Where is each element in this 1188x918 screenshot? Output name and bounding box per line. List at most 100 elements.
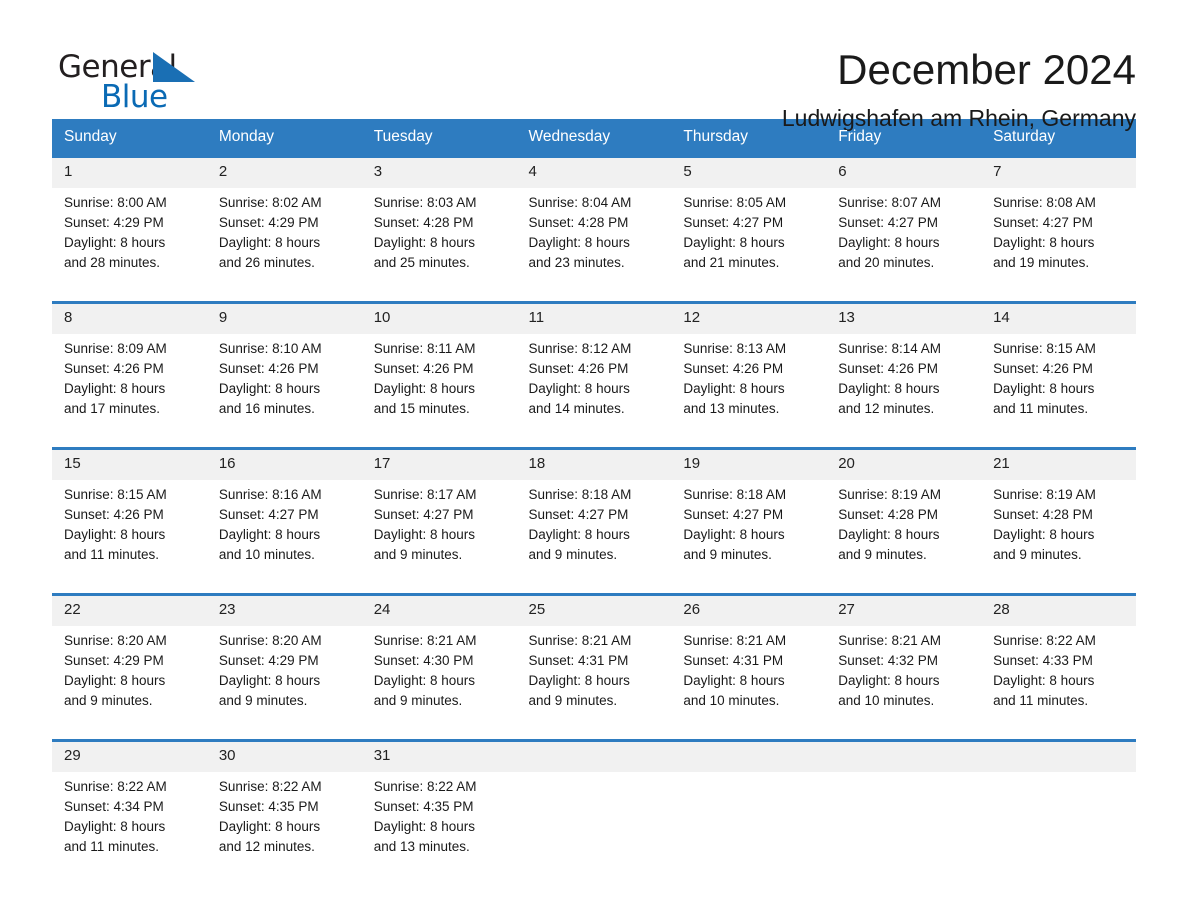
day-detail-cell: Sunrise: 8:12 AM Sunset: 4:26 PM Daylight:… (516, 334, 672, 433)
day-number-cell[interactable]: 24 (361, 593, 517, 626)
day-sunset-text: Sunset: 4:32 PM (838, 653, 939, 668)
day-daylight-line2-text: and 9 minutes. (528, 547, 618, 562)
day-daylight-line2-text: and 19 minutes. (993, 255, 1090, 270)
sunrise-sunset-calendar: Sunday Monday Tuesday Wednesday Thursday… (52, 119, 1136, 871)
day-detail-cell: Sunrise: 8:18 AM Sunset: 4:27 PM Daylight:… (516, 480, 672, 579)
day-daylight-line2-text: and 11 minutes. (993, 693, 1089, 708)
day-daylight-line1-text: Daylight: 8 hours (64, 819, 166, 834)
day-daylight-line2-text: and 20 minutes. (838, 255, 935, 270)
day-number-cell[interactable]: 23 (206, 593, 362, 626)
day-number-cell[interactable]: 17 (361, 447, 517, 480)
day-number-cell[interactable]: 4 (516, 155, 672, 188)
day-sunrise-text: Sunrise: 8:14 AM (838, 341, 942, 356)
day-detail-cell: Sunrise: 8:21 AM Sunset: 4:31 PM Daylight:… (516, 626, 672, 725)
day-number-cell[interactable]: 28 (981, 593, 1136, 626)
day-number-cell[interactable]: 18 (516, 447, 672, 480)
day-sunset-text: Sunset: 4:30 PM (373, 653, 474, 668)
day-number-cell[interactable]: 3 (361, 155, 517, 188)
day-number-cell[interactable]: 2 (206, 155, 362, 188)
day-sunrise-text: Sunrise: 8:21 AM (528, 633, 632, 648)
day-number-cell[interactable]: 9 (206, 301, 362, 334)
day-number-cell[interactable]: 7 (981, 155, 1136, 188)
empty-day-detail-cell (981, 772, 1136, 871)
generalblue-logo[interactable]: General Blue (52, 44, 212, 116)
day-detail-cell: Sunrise: 8:13 AM Sunset: 4:26 PM Daylight:… (671, 334, 827, 433)
day-number-cell[interactable]: 21 (981, 447, 1136, 480)
day-number-cell[interactable]: 15 (52, 447, 207, 480)
weekday-header-sunday: Sunday (52, 119, 207, 157)
day-sunrise-text: Sunrise: 8:02 AM (218, 195, 322, 210)
day-sunrise-text: Sunrise: 8:19 AM (993, 487, 1096, 502)
week-spacer (52, 725, 1136, 741)
day-sunrise-text: Sunrise: 8:21 AM (373, 633, 477, 648)
day-daylight-line2-text: and 10 minutes. (218, 547, 315, 562)
day-sunrise-text: Sunrise: 8:05 AM (683, 195, 787, 210)
day-daylight-line2-text: and 14 minutes. (528, 401, 625, 416)
day-daylight-line1-text: Daylight: 8 hours (993, 235, 1095, 250)
day-sunrise-text: Sunrise: 8:09 AM (64, 341, 167, 356)
day-detail-cell: Sunrise: 8:15 AM Sunset: 4:26 PM Daylight:… (981, 334, 1136, 433)
day-daylight-line1-text: Daylight: 8 hours (373, 527, 475, 542)
day-sunrise-text: Sunrise: 8:10 AM (218, 341, 322, 356)
day-number-cell[interactable]: 6 (826, 155, 982, 188)
day-daylight-line2-text: and 9 minutes. (218, 693, 308, 708)
day-daylight-line1-text: Daylight: 8 hours (218, 819, 321, 834)
day-detail-cell: Sunrise: 8:11 AM Sunset: 4:26 PM Daylight:… (361, 334, 517, 433)
day-number-cell[interactable]: 20 (826, 447, 982, 480)
day-number-cell[interactable]: 22 (52, 593, 207, 626)
day-daylight-line1-text: Daylight: 8 hours (528, 235, 630, 250)
day-number-cell[interactable]: 30 (206, 739, 362, 772)
day-number-cell[interactable]: 12 (671, 301, 827, 334)
day-daylight-line2-text: and 25 minutes. (373, 255, 470, 270)
day-daylight-line2-text: and 12 minutes. (218, 839, 315, 854)
day-number-cell[interactable]: 11 (516, 301, 672, 334)
day-number-cell[interactable]: 10 (361, 301, 517, 334)
day-number-cell[interactable]: 5 (671, 155, 827, 188)
day-number-cell[interactable]: 13 (826, 301, 982, 334)
empty-day-number-cell (826, 739, 982, 772)
day-daylight-line1-text: Daylight: 8 hours (838, 673, 940, 688)
day-daylight-line1-text: Daylight: 8 hours (218, 235, 321, 250)
day-sunset-text: Sunset: 4:31 PM (683, 653, 784, 668)
day-detail-cell: Sunrise: 8:17 AM Sunset: 4:27 PM Daylight:… (361, 480, 517, 579)
day-daylight-line1-text: Daylight: 8 hours (373, 819, 475, 834)
day-sunset-text: Sunset: 4:27 PM (528, 507, 629, 522)
day-sunrise-text: Sunrise: 8:21 AM (838, 633, 942, 648)
day-daylight-line2-text: and 11 minutes. (64, 839, 160, 854)
week-spacer-cell (52, 579, 1136, 595)
day-sunrise-text: Sunrise: 8:22 AM (64, 779, 167, 794)
day-number-cell[interactable]: 26 (671, 593, 827, 626)
day-number-cell[interactable]: 8 (52, 301, 207, 334)
day-daylight-line1-text: Daylight: 8 hours (838, 527, 940, 542)
day-detail-cell: Sunrise: 8:00 AM Sunset: 4:29 PM Daylight:… (52, 188, 207, 287)
day-sunset-text: Sunset: 4:34 PM (64, 799, 164, 814)
day-number-cell[interactable]: 19 (671, 447, 827, 480)
day-number-cell[interactable]: 31 (361, 739, 517, 772)
day-daylight-line2-text: and 10 minutes. (838, 693, 935, 708)
day-sunrise-text: Sunrise: 8:22 AM (218, 779, 322, 794)
day-sunset-text: Sunset: 4:27 PM (218, 507, 319, 522)
day-number-cell[interactable]: 25 (516, 593, 672, 626)
day-sunset-text: Sunset: 4:28 PM (838, 507, 939, 522)
day-daylight-line1-text: Daylight: 8 hours (64, 381, 166, 396)
day-number-cell[interactable]: 14 (981, 301, 1136, 334)
day-sunset-text: Sunset: 4:29 PM (64, 653, 164, 668)
day-sunrise-text: Sunrise: 8:15 AM (993, 341, 1096, 356)
day-daylight-line2-text: and 17 minutes. (64, 401, 161, 416)
day-sunset-text: Sunset: 4:26 PM (64, 361, 164, 376)
day-number-cell[interactable]: 29 (52, 739, 207, 772)
day-sunset-text: Sunset: 4:26 PM (528, 361, 629, 376)
empty-day-number-cell (516, 739, 672, 772)
day-detail-cell: Sunrise: 8:19 AM Sunset: 4:28 PM Daylight:… (826, 480, 982, 579)
empty-day-detail-cell (516, 772, 672, 871)
day-daylight-line1-text: Daylight: 8 hours (683, 381, 785, 396)
empty-day-number-cell (981, 739, 1136, 772)
week-daynumber-row: 29 30 31 (52, 739, 1136, 772)
calendar-page: General Blue December 2024 Ludwigshafen … (0, 0, 1188, 918)
title-block: December 2024 Ludwigshafen am Rhein, Ger… (212, 44, 1136, 132)
day-daylight-line2-text: and 21 minutes. (683, 255, 780, 270)
day-number-cell[interactable]: 27 (826, 593, 982, 626)
day-number-cell[interactable]: 1 (52, 155, 207, 188)
week-daynumber-row: 1234567 (52, 155, 1136, 188)
day-number-cell[interactable]: 16 (206, 447, 362, 480)
